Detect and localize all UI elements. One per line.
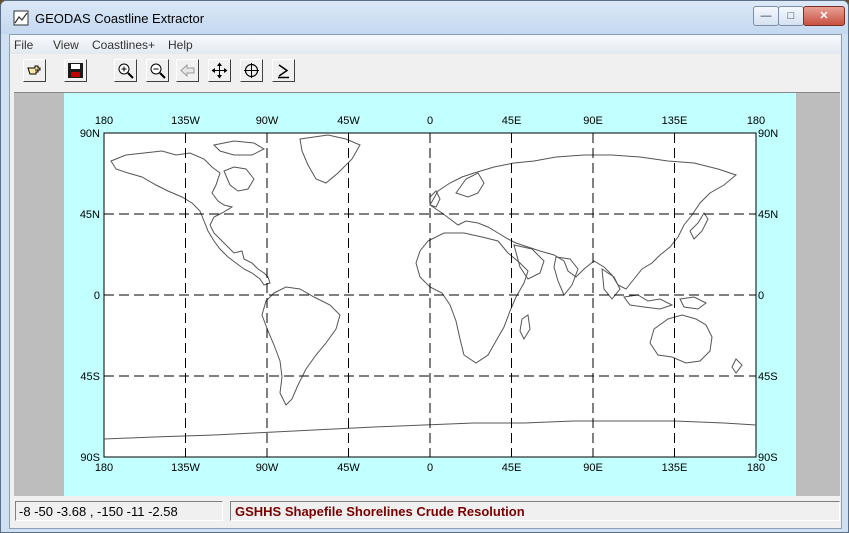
- lon-label-bottom: 90E: [583, 462, 603, 474]
- lat-label-left: 0: [94, 290, 100, 302]
- lon-label-bottom: 135W: [171, 462, 200, 474]
- world-map[interactable]: 180 135W 90W 45W 0 45E 90E 135E 180 180 …: [64, 93, 796, 496]
- lon-label-bottom: 45E: [502, 462, 522, 474]
- zoom-out-icon: [150, 63, 166, 79]
- lon-label-top: 135E: [662, 115, 688, 127]
- lat-label-right: 90S: [758, 452, 778, 464]
- lat-label-right: 45N: [758, 209, 778, 221]
- lon-label-bottom: 0: [427, 462, 433, 474]
- longitude-labels-bottom: 180 135W 90W 45W 0 45E 90E 135E 180: [95, 462, 765, 474]
- zoom-in-button[interactable]: [114, 59, 137, 82]
- pan-move-icon: [211, 62, 228, 79]
- lon-label-top: 90E: [583, 115, 603, 127]
- lon-label-top: 0: [427, 115, 433, 127]
- menu-view[interactable]: View: [53, 38, 79, 52]
- crosshair-icon: [244, 63, 259, 78]
- app-window: GEODAS Coastline Extractor — □ ✕ File Vi…: [0, 0, 849, 533]
- latitude-labels-right: 90N 45N 0 45S 90S: [758, 128, 778, 464]
- pan-button[interactable]: [208, 59, 231, 82]
- lon-label-top: 45W: [337, 115, 360, 127]
- hand-pointer-button[interactable]: [23, 59, 46, 82]
- back-button[interactable]: [176, 59, 199, 82]
- lon-label-top: 90W: [256, 115, 279, 127]
- map-viewport[interactable]: 180 135W 90W 45W 0 45E 90E 135E 180 180 …: [14, 92, 840, 496]
- close-button[interactable]: ✕: [803, 6, 845, 26]
- lon-label-top: 180: [95, 115, 113, 127]
- menu-bar: File View Coastlines+ Help: [10, 35, 841, 54]
- lon-label-bottom: 90W: [256, 462, 279, 474]
- summation-button[interactable]: [272, 59, 295, 82]
- layer-status: GSHHS Shapefile Shorelines Crude Resolut…: [230, 501, 840, 521]
- zoom-in-icon: [118, 63, 134, 79]
- crosshair-button[interactable]: [240, 59, 263, 82]
- lon-label-top: 180: [747, 115, 765, 127]
- lat-label-right: 0: [758, 290, 764, 302]
- menu-file[interactable]: File: [14, 38, 33, 52]
- hand-pointer-icon: [27, 65, 41, 75]
- minimize-button[interactable]: —: [753, 6, 779, 26]
- save-button[interactable]: [64, 59, 87, 82]
- longitude-labels-top: 180 135W 90W 45W 0 45E 90E 135E 180: [95, 115, 765, 127]
- save-disk-icon: [68, 63, 83, 78]
- title-bar[interactable]: GEODAS Coastline Extractor — □ ✕: [1, 1, 848, 34]
- lon-label-bottom: 135E: [662, 462, 688, 474]
- lat-label-right: 45S: [758, 371, 778, 383]
- status-bar: -8 -50 -3.68 , -150 -11 -2.58 GSHHS Shap…: [10, 496, 841, 528]
- client-area: File View Coastlines+ Help 180 135W 90W …: [9, 34, 842, 529]
- map-panel[interactable]: 180 135W 90W 45W 0 45E 90E 135E 180 180 …: [64, 93, 796, 496]
- lat-label-right: 90N: [758, 128, 778, 140]
- menu-help[interactable]: Help: [168, 38, 193, 52]
- back-arrow-icon: [180, 63, 195, 78]
- zoom-out-button[interactable]: [146, 59, 169, 82]
- lon-label-top: 135W: [171, 115, 200, 127]
- lat-label-left: 90N: [80, 128, 100, 140]
- coordinate-readout: -8 -50 -3.68 , -150 -11 -2.58: [15, 501, 223, 521]
- lat-label-left: 90S: [80, 452, 100, 464]
- toolbar: [10, 54, 841, 90]
- menu-coastlines[interactable]: Coastlines+: [92, 38, 155, 52]
- latitude-labels-left: 90N 45N 0 45S 90S: [80, 128, 100, 464]
- lon-label-top: 45E: [502, 115, 522, 127]
- app-icon: [13, 10, 29, 26]
- summation-icon: [278, 64, 289, 79]
- lat-label-left: 45S: [80, 371, 100, 383]
- lat-label-left: 45N: [80, 209, 100, 221]
- maximize-button[interactable]: □: [778, 6, 804, 26]
- lon-label-bottom: 45W: [337, 462, 360, 474]
- window-title: GEODAS Coastline Extractor: [35, 11, 205, 26]
